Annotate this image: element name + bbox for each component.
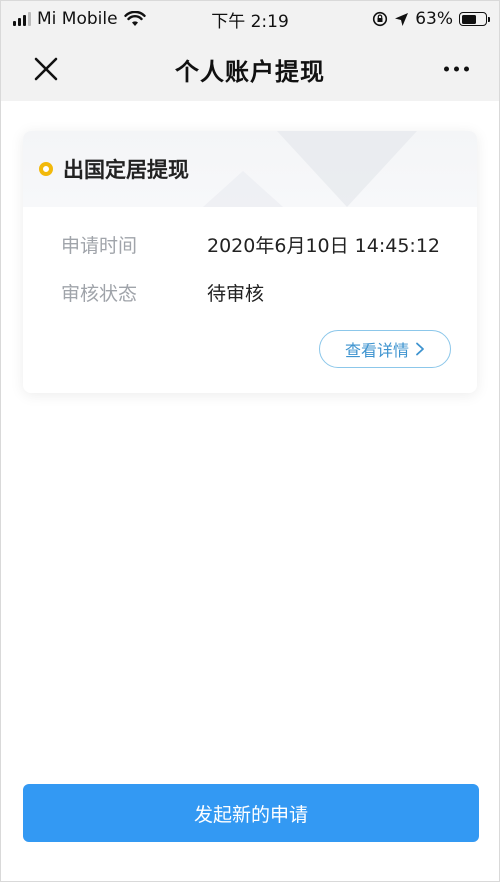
- status-time: 下午 2:19: [211, 11, 289, 32]
- carrier-label: Mi Mobile: [37, 9, 118, 29]
- status-right: 63%: [372, 9, 490, 29]
- withdrawal-card: 出国定居提现 申请时间 2020年6月10日 14:45:12 审核状态 待审核…: [23, 131, 477, 393]
- header-decoration: [203, 171, 283, 207]
- info-label: 审核状态: [61, 283, 138, 305]
- new-application-button[interactable]: 发起新的申请: [23, 784, 479, 842]
- chevron-right-icon: [416, 342, 424, 356]
- info-value: 待审核: [207, 283, 265, 305]
- info-row-apply-time: 申请时间 2020年6月10日 14:45:12: [61, 231, 440, 258]
- battery-level: [461, 14, 476, 24]
- view-details-button[interactable]: 查看详情: [319, 330, 451, 368]
- card-header: 出国定居提现: [23, 131, 477, 207]
- app-frame: Mi Mobile 下午 2:19 63% 个人账户提现 出国定居提现 申请时间…: [0, 0, 500, 882]
- info-value: 2020年6月10日 14:45:12: [207, 235, 440, 257]
- view-details-label: 查看详情: [344, 341, 409, 360]
- card-title: 出国定居提现: [63, 158, 189, 182]
- more-icon[interactable]: [444, 66, 469, 72]
- status-bar: Mi Mobile 下午 2:19 63%: [1, 1, 499, 37]
- marker-dot-icon: [39, 162, 53, 176]
- signal-icon: [13, 12, 31, 26]
- info-row-review-status: 审核状态 待审核: [61, 279, 264, 306]
- close-icon[interactable]: [31, 54, 61, 84]
- page-title: 个人账户提现: [175, 57, 325, 86]
- nav-bar: 个人账户提现: [1, 37, 499, 101]
- battery-percent: 63%: [415, 9, 453, 29]
- rotation-lock-icon: [373, 11, 388, 27]
- location-arrow-icon: [395, 12, 409, 26]
- wifi-icon: [123, 11, 146, 26]
- battery-icon: [459, 12, 490, 26]
- info-label: 申请时间: [61, 235, 138, 257]
- header-decoration: [277, 131, 417, 207]
- status-left: Mi Mobile: [13, 9, 146, 29]
